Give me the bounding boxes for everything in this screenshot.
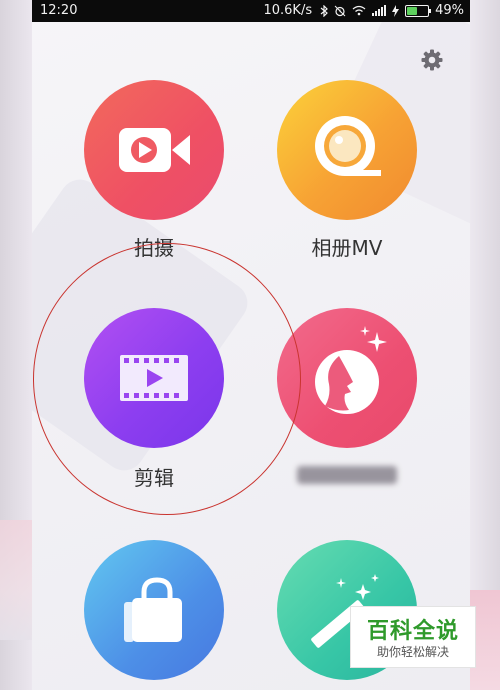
- beauty-label: [267, 462, 427, 493]
- watermark-title: 百科全说: [366, 619, 459, 644]
- network-speed: 10.6K/s: [263, 3, 313, 18]
- film-reel-icon: [315, 116, 381, 176]
- bluetooth-icon: [320, 4, 328, 18]
- gear-icon[interactable]: [420, 48, 444, 72]
- photo-edge-left-tint: [0, 520, 32, 640]
- battery-icon: [405, 4, 432, 17]
- shop-button[interactable]: [84, 540, 224, 680]
- shoot-button[interactable]: [84, 80, 224, 220]
- edit-button[interactable]: [84, 308, 224, 448]
- charging-icon: [392, 4, 400, 18]
- shoot-label: 拍摄: [134, 236, 174, 260]
- status-time: 12:20: [40, 3, 78, 18]
- video-camera-icon: [119, 128, 190, 172]
- face-sparkle-icon: [315, 326, 387, 414]
- watermark-logo: 百科全说 助你轻松解决: [350, 606, 476, 668]
- status-bar: 12:20 10.6K/s 49%: [32, 0, 470, 22]
- photo-edge-right: [470, 0, 500, 690]
- battery-fill: [407, 6, 418, 15]
- shopping-bag-icon: [124, 577, 182, 642]
- edit-label: 剪辑: [134, 466, 174, 490]
- battery-percent: 49%: [435, 3, 464, 18]
- watermark-subtitle: 助你轻松解决: [376, 645, 449, 659]
- alarm-icon: [334, 4, 346, 18]
- album-mv-button[interactable]: [277, 80, 417, 220]
- wifi-icon: [352, 4, 366, 18]
- album-mv-label: 相册MV: [311, 236, 383, 260]
- status-icons: 10.6K/s 49%: [263, 3, 464, 18]
- signal-icon: [372, 4, 387, 18]
- beauty-button[interactable]: [277, 308, 417, 448]
- film-strip-play-icon: [120, 355, 188, 401]
